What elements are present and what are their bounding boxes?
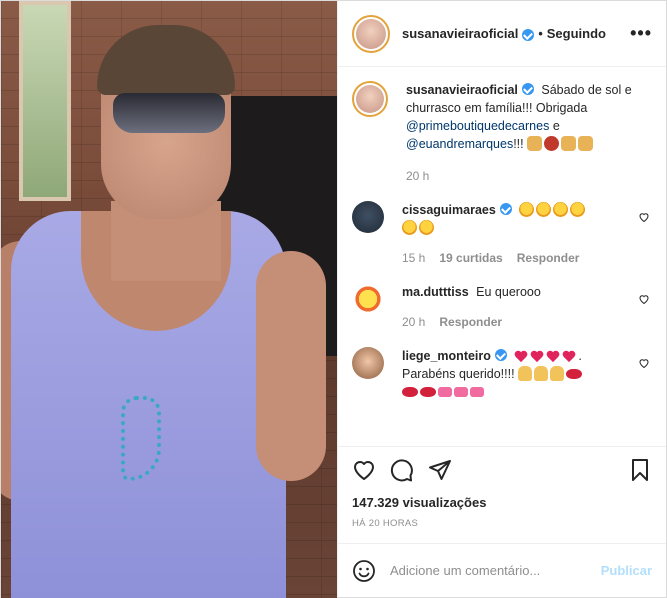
comment-time: 20 h xyxy=(402,315,426,329)
toast-emoji-icon xyxy=(578,136,594,151)
lips-emoji-icon xyxy=(420,387,436,397)
red-heart-emoji-icon xyxy=(514,351,528,363)
caption: susanavieiraoficial Sábado de sol e chur… xyxy=(352,81,650,185)
like-comment-heart-icon[interactable] xyxy=(638,293,650,305)
emoji-smiley-icon[interactable] xyxy=(352,559,376,583)
view-count[interactable]: 147.329 visualizações xyxy=(352,495,652,510)
author-avatar[interactable] xyxy=(352,14,390,53)
praying-hands-emoji-icon xyxy=(550,366,565,381)
star-struck-emoji-icon xyxy=(570,202,586,217)
post-actions: 147.329 visualizações HÁ 20 HORAS xyxy=(338,446,666,543)
comment-username[interactable]: ma.dutttiss xyxy=(402,285,469,299)
mention-primeboutique[interactable]: @primeboutiquedecarnes xyxy=(406,119,549,133)
more-options-icon[interactable]: ••• xyxy=(630,23,652,44)
verified-badge-icon xyxy=(521,83,534,95)
comment-avatar[interactable] xyxy=(352,283,384,315)
comment-username[interactable]: liege_monteiro xyxy=(402,349,491,363)
comment-avatar[interactable] xyxy=(352,201,384,233)
caption-time: 20 h xyxy=(406,169,430,183)
comment-input[interactable] xyxy=(390,563,601,578)
skewer-emoji-icon xyxy=(561,136,577,151)
post-timestamp: HÁ 20 HORAS xyxy=(352,518,419,529)
red-heart-emoji-icon xyxy=(562,351,576,363)
comment-item: ma.dutttiss Eu querooo 20 h Responder xyxy=(352,283,650,331)
comment-item: liege_monteiro . Parabéns querido!!!! xyxy=(352,347,650,401)
comment-avatar[interactable] xyxy=(352,347,384,379)
post-sidebar: susanavieiraoficial • Seguindo ••• susan… xyxy=(337,1,666,597)
praying-hands-emoji-icon xyxy=(534,366,549,381)
author-username[interactable]: susanavieiraoficial xyxy=(402,26,518,41)
comment-item: cissaguimaraes 15 h 19 curtidas Responde… xyxy=(352,201,650,267)
comment-time: 15 h xyxy=(402,251,426,265)
post-header: susanavieiraoficial • Seguindo ••• xyxy=(338,1,666,67)
caption-text-2: e xyxy=(552,119,560,133)
comment-text: Eu querooo xyxy=(476,285,541,299)
instagram-post: susanavieiraoficial • Seguindo ••• susan… xyxy=(0,0,667,598)
ribbon-emoji-icon xyxy=(470,387,484,397)
following-button[interactable]: Seguindo xyxy=(547,26,606,41)
ribbon-emoji-icon xyxy=(438,387,452,397)
comment-likes[interactable]: 19 curtidas xyxy=(439,249,502,267)
caption-text-3: !!! xyxy=(513,137,524,151)
like-comment-heart-icon[interactable] xyxy=(638,357,650,369)
save-bookmark-icon[interactable] xyxy=(628,458,652,482)
burger-emoji-icon xyxy=(527,136,543,151)
share-paper-plane-icon[interactable] xyxy=(428,458,452,482)
post-video[interactable] xyxy=(1,1,337,598)
comment-username[interactable]: cissaguimaraes xyxy=(402,203,496,217)
window xyxy=(19,1,71,201)
red-heart-emoji-icon xyxy=(546,351,560,363)
comment-bubble-icon[interactable] xyxy=(390,458,414,482)
action-bar xyxy=(352,457,652,483)
verified-badge-icon xyxy=(499,203,512,215)
caption-avatar[interactable] xyxy=(352,81,388,117)
publish-button[interactable]: Publicar xyxy=(601,563,652,578)
meat-emoji-icon xyxy=(544,136,560,151)
star-struck-emoji-icon xyxy=(536,202,552,217)
star-struck-emoji-icon xyxy=(519,202,535,217)
comment-composer: Publicar xyxy=(338,543,666,597)
caption-username[interactable]: susanavieiraoficial xyxy=(406,83,518,97)
red-heart-emoji-icon xyxy=(530,351,544,363)
lips-emoji-icon xyxy=(566,369,583,379)
like-heart-icon[interactable] xyxy=(352,458,376,482)
like-comment-heart-icon[interactable] xyxy=(638,211,650,223)
mention-euandremarques[interactable]: @euandremarques xyxy=(406,137,513,151)
star-struck-emoji-icon xyxy=(402,220,417,235)
verified-badge-icon xyxy=(494,349,507,361)
lips-emoji-icon xyxy=(402,387,418,397)
reply-button[interactable]: Responder xyxy=(517,249,580,267)
ribbon-emoji-icon xyxy=(454,387,468,397)
comments-list: susanavieiraoficial Sábado de sol e chur… xyxy=(338,67,666,446)
verified-badge-icon xyxy=(522,28,535,41)
sunglasses xyxy=(113,93,225,133)
praying-hands-emoji-icon xyxy=(518,366,533,381)
separator-dot: • xyxy=(538,26,543,41)
person-arm-right xyxy=(256,251,326,481)
star-struck-emoji-icon xyxy=(553,202,569,217)
star-struck-emoji-icon xyxy=(419,220,434,235)
reply-button[interactable]: Responder xyxy=(439,313,502,331)
